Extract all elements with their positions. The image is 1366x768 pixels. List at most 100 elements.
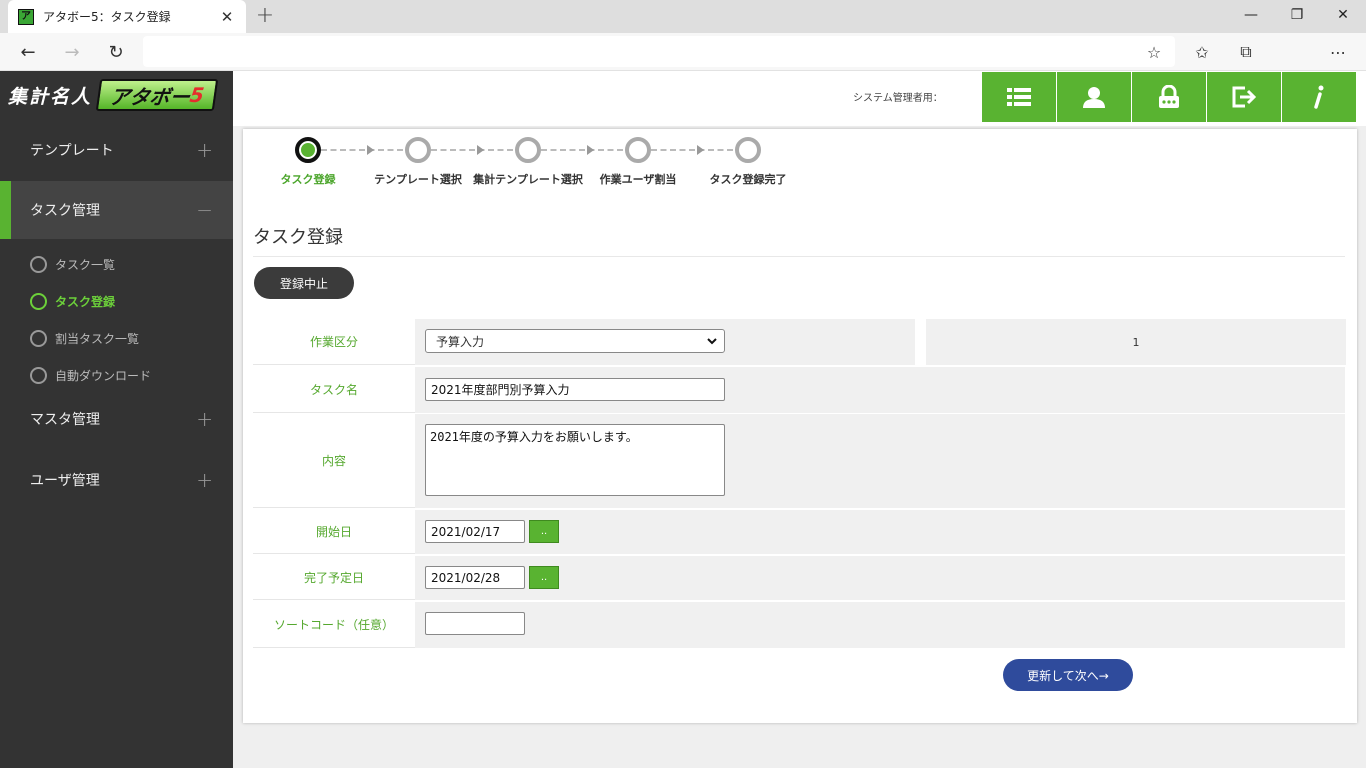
logo-badge: アタボー 5 bbox=[95, 79, 219, 111]
field-label: 内容 bbox=[253, 414, 415, 508]
sidebar-item-task-register[interactable]: タスク登録 bbox=[30, 289, 115, 313]
sidebar-menu-label: ユーザ管理 bbox=[30, 473, 100, 489]
step-arrow-icon bbox=[477, 145, 484, 155]
start-date-input[interactable]: 2021/02/17 bbox=[425, 520, 525, 543]
logo-text: 集計名人 bbox=[8, 85, 93, 108]
update-and-next-button[interactable]: 更新して次へ→ bbox=[1003, 659, 1133, 691]
browser-tab[interactable]: ア アタボー5：タスク登録 ✕ bbox=[8, 0, 246, 33]
minimize-icon[interactable]: — bbox=[1228, 0, 1274, 30]
sidebar-item-auto-download[interactable]: 自動ダウンロード bbox=[30, 363, 151, 387]
logo-badge-number: 5 bbox=[188, 83, 206, 107]
field-cell: 予算入力 bbox=[415, 319, 915, 365]
form-row-work-type: 作業区分 予算入力 1 bbox=[253, 319, 1346, 365]
step-connector bbox=[541, 149, 623, 151]
circle-icon bbox=[30, 366, 47, 384]
admin-label: システム管理者用： bbox=[853, 93, 943, 104]
step-arrow-icon bbox=[367, 145, 374, 155]
sidebar-item-task-list[interactable]: タスク一覧 bbox=[30, 252, 115, 276]
step-wizard: タスク登録 テンプレート選択 集計テンプレート選択 作業ユーザ割当 タスク登録完… bbox=[253, 137, 813, 187]
info-icon bbox=[1314, 85, 1324, 109]
step-dot bbox=[625, 137, 651, 163]
favorites-icon[interactable]: ✩ bbox=[1188, 37, 1216, 67]
step-connector bbox=[321, 149, 403, 151]
sidebar-item-label: タスク登録 bbox=[55, 294, 116, 309]
field-label: ソートコード（任意） bbox=[253, 602, 415, 648]
work-type-select[interactable]: 予算入力 bbox=[425, 329, 725, 353]
field-label: 完了予定日 bbox=[253, 556, 415, 600]
url-input[interactable] bbox=[143, 36, 1175, 67]
circle-icon bbox=[30, 292, 47, 310]
list-button[interactable] bbox=[982, 72, 1056, 122]
step-dot bbox=[405, 137, 431, 163]
sidebar-menu-task[interactable]: タスク管理 − bbox=[0, 181, 233, 239]
field-cell bbox=[415, 602, 1345, 648]
form-row-content: 内容 2021年度の予算入力をお願いします。 bbox=[253, 414, 1345, 508]
end-date-input[interactable]: 2021/02/28 bbox=[425, 566, 525, 589]
step-dot bbox=[515, 137, 541, 163]
circle-icon bbox=[30, 255, 47, 273]
address-bar-row: ← → ↻ ☆ ✩ ⧉ ⋯ bbox=[0, 33, 1366, 71]
sidebar-menu-master[interactable]: マスタ管理 + bbox=[0, 390, 233, 448]
sidebar-menu-label: テンプレート bbox=[30, 143, 114, 159]
step-dot bbox=[735, 137, 761, 163]
tab-close-icon[interactable]: ✕ bbox=[218, 8, 236, 26]
sort-code-input[interactable] bbox=[425, 612, 525, 635]
task-name-input[interactable]: 2021年度部門別予算入力 bbox=[425, 378, 725, 401]
field-label: 開始日 bbox=[253, 510, 415, 554]
logout-icon bbox=[1232, 86, 1257, 108]
expand-icon: + bbox=[196, 138, 213, 162]
user-button[interactable] bbox=[1057, 72, 1131, 122]
work-type-code: 1 bbox=[926, 319, 1346, 365]
start-date-picker-button[interactable]: .. bbox=[529, 520, 559, 543]
reload-icon[interactable]: ↻ bbox=[101, 37, 131, 67]
tab-title: アタボー5：タスク登録 bbox=[43, 10, 171, 24]
info-button[interactable] bbox=[1282, 72, 1356, 122]
add-favorite-icon[interactable]: ☆ bbox=[1140, 37, 1168, 67]
end-date-picker-button[interactable]: .. bbox=[529, 566, 559, 589]
form-row-start-date: 開始日 2021/02/17 .. bbox=[253, 510, 1345, 554]
more-menu-icon[interactable]: ⋯ bbox=[1324, 37, 1352, 67]
sidebar-menu-label: タスク管理 bbox=[30, 203, 100, 219]
step-connector bbox=[651, 149, 733, 151]
sidebar-item-label: 割当タスク一覧 bbox=[55, 331, 140, 346]
new-tab-icon[interactable]: + bbox=[254, 4, 276, 28]
field-label: 作業区分 bbox=[253, 319, 415, 365]
restore-icon[interactable]: ❐ bbox=[1274, 0, 1320, 30]
field-cell: 2021年度部門別予算入力 bbox=[415, 367, 1345, 413]
step-label: 集計テンプレート選択 bbox=[473, 173, 583, 186]
expand-icon: + bbox=[196, 407, 213, 431]
select-value: 予算入力 bbox=[436, 334, 485, 349]
title-divider bbox=[253, 256, 1345, 257]
expand-icon: + bbox=[196, 468, 213, 492]
cancel-registration-button[interactable]: 登録中止 bbox=[254, 267, 354, 299]
content-textarea[interactable]: 2021年度の予算入力をお願いします。 bbox=[425, 424, 725, 496]
sidebar-menu-user[interactable]: ユーザ管理 + bbox=[0, 451, 233, 509]
lock-icon bbox=[1159, 85, 1179, 108]
window-close-icon[interactable]: ✕ bbox=[1320, 0, 1366, 30]
form-row-sort-code: ソートコード（任意） bbox=[253, 602, 1345, 648]
app-logo[interactable]: 集計名人 アタボー 5 bbox=[8, 77, 219, 113]
step-arrow-icon bbox=[587, 145, 594, 155]
favicon-icon: ア bbox=[18, 8, 34, 25]
user-icon bbox=[1083, 87, 1105, 108]
step-label: タスク登録 bbox=[280, 173, 336, 186]
back-icon[interactable]: ← bbox=[13, 37, 43, 67]
field-cell: 2021/02/28 .. bbox=[415, 556, 1345, 600]
main-panel: タスク登録 テンプレート選択 集計テンプレート選択 作業ユーザ割当 タスク登録完… bbox=[243, 129, 1357, 723]
sidebar-item-label: 自動ダウンロード bbox=[55, 368, 152, 383]
sidebar-item-assigned-tasks[interactable]: 割当タスク一覧 bbox=[30, 326, 139, 350]
step-dot-current bbox=[295, 137, 321, 163]
forward-icon[interactable]: → bbox=[57, 37, 87, 67]
step-label: テンプレート選択 bbox=[374, 173, 462, 186]
sidebar-menu-label: マスタ管理 bbox=[30, 412, 100, 428]
field-cell: 2021年度の予算入力をお願いします。 bbox=[415, 414, 1345, 508]
logout-button[interactable] bbox=[1207, 72, 1281, 122]
page-title: タスク登録 bbox=[253, 227, 343, 248]
form-row-end-date: 完了予定日 2021/02/28 .. bbox=[253, 556, 1345, 600]
step-label: タスク登録完了 bbox=[709, 173, 787, 186]
lock-button[interactable] bbox=[1132, 72, 1206, 122]
sidebar-menu-template[interactable]: テンプレート + bbox=[0, 121, 233, 179]
collections-icon[interactable]: ⧉ bbox=[1232, 37, 1260, 67]
step-connector bbox=[431, 149, 513, 151]
field-cell: 2021/02/17 .. bbox=[415, 510, 1345, 554]
